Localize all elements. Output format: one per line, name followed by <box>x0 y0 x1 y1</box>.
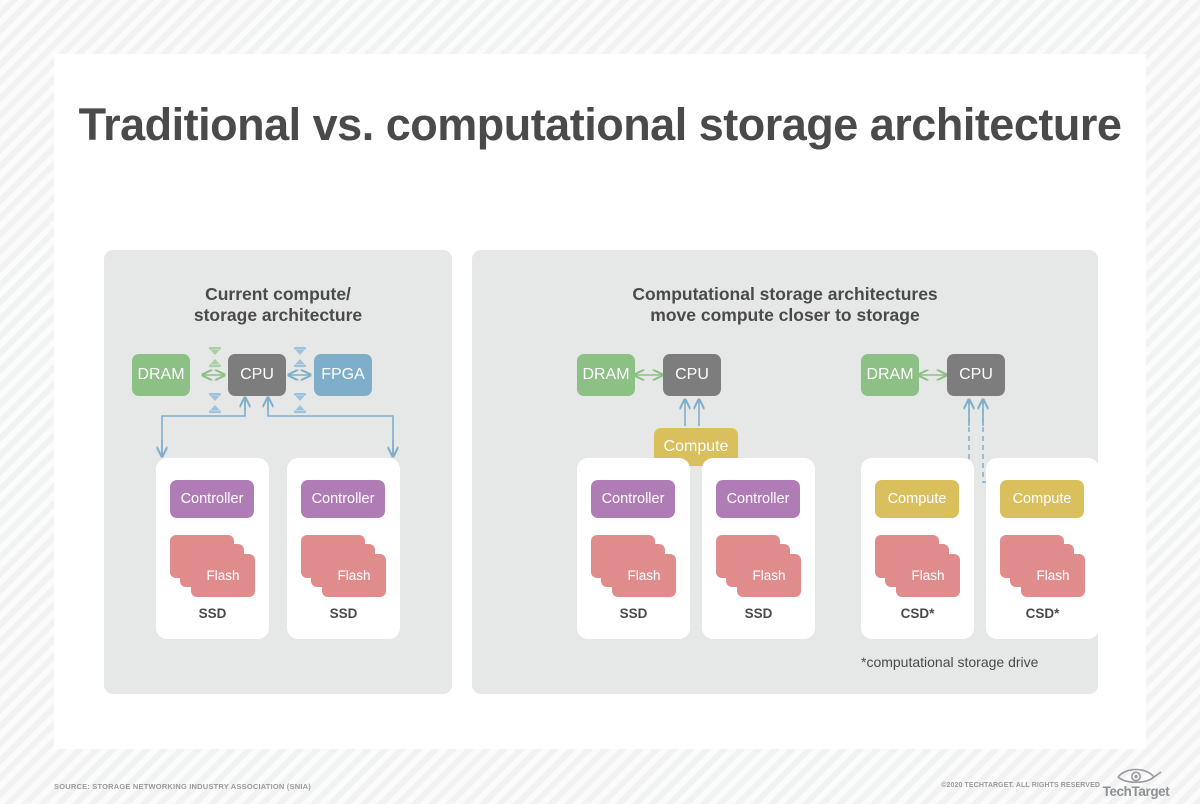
node-dram[interactable]: DRAM <box>861 354 919 396</box>
main-card: Traditional vs. computational storage ar… <box>54 54 1146 749</box>
drive-ssd[interactable]: Controller Flash SSD <box>702 458 815 639</box>
csd-footnote: *computational storage drive <box>861 654 1039 670</box>
flash-card-label: Flash <box>191 554 255 597</box>
flash-stack: Flash <box>875 535 961 597</box>
flash-stack: Flash <box>716 535 802 597</box>
drive-caption: SSD <box>744 606 773 621</box>
node-fpga[interactable]: FPGA <box>314 354 372 396</box>
hourglass-icon <box>294 347 306 368</box>
flash-card-label: Flash <box>612 554 676 597</box>
drive-ssd[interactable]: Controller Flash SSD <box>577 458 690 639</box>
drive-component-controller: Controller <box>716 480 800 518</box>
panel-right-heading-line1: Computational storage architectures <box>632 284 938 304</box>
flash-card-label: Flash <box>737 554 801 597</box>
node-cpu[interactable]: CPU <box>663 354 721 396</box>
drive-component-compute: Compute <box>875 480 959 518</box>
drive-csd[interactable]: Compute Flash CSD* <box>861 458 974 639</box>
flash-stack: Flash <box>301 535 387 597</box>
drive-csd[interactable]: Compute Flash CSD* <box>986 458 1099 639</box>
flash-card-label: Flash <box>322 554 386 597</box>
flash-stack: Flash <box>591 535 677 597</box>
drive-component-controller: Controller <box>301 480 385 518</box>
panel-left-heading-line2: storage architecture <box>193 304 363 325</box>
panel-right-heading-line2: move compute closer to storage <box>650 304 920 325</box>
drive-component-compute: Compute <box>1000 480 1084 518</box>
drive-ssd[interactable]: Controller Flash SSD <box>287 458 400 639</box>
page-title: Traditional vs. computational storage ar… <box>78 99 1122 150</box>
panel-right-heading: Computational storage architectures move… <box>472 284 1098 325</box>
flash-stack: Flash <box>170 535 256 597</box>
panel-current-architecture: Current compute/ storage architecture DR… <box>104 250 452 694</box>
hourglass-icon <box>209 347 221 368</box>
source-attribution: SOURCE: STORAGE NETWORKING INDUSTRY ASSO… <box>54 782 311 791</box>
node-cpu[interactable]: CPU <box>228 354 286 396</box>
drive-component-controller: Controller <box>591 480 675 518</box>
flash-card-label: Flash <box>1021 554 1085 597</box>
drive-caption: CSD* <box>1025 606 1060 621</box>
node-dram[interactable]: DRAM <box>132 354 190 396</box>
flash-card-label: Flash <box>896 554 960 597</box>
drive-component-controller: Controller <box>170 480 254 518</box>
drive-caption: SSD <box>619 606 648 621</box>
node-dram[interactable]: DRAM <box>577 354 635 396</box>
copyright-notice: ©2020 TECHTARGET. ALL RIGHTS RESERVED <box>941 782 1100 789</box>
panel-computational-architecture: Computational storage architectures move… <box>472 250 1099 694</box>
techtarget-wordmark: TechTarget <box>1102 784 1170 799</box>
drive-ssd[interactable]: Controller Flash SSD <box>156 458 269 639</box>
node-cpu[interactable]: CPU <box>947 354 1005 396</box>
hourglass-icon <box>294 393 306 414</box>
techtarget-logo: TechTarget <box>1102 765 1170 799</box>
panel-left-heading-line1: Current compute/ <box>205 284 351 304</box>
drive-caption: SSD <box>329 606 358 621</box>
panel-left-heading: Current compute/ storage architecture <box>104 284 452 325</box>
flash-stack: Flash <box>1000 535 1086 597</box>
drive-caption: CSD* <box>900 606 935 621</box>
drive-caption: SSD <box>198 606 227 621</box>
eye-icon <box>1117 768 1162 784</box>
hourglass-icon <box>209 393 221 414</box>
